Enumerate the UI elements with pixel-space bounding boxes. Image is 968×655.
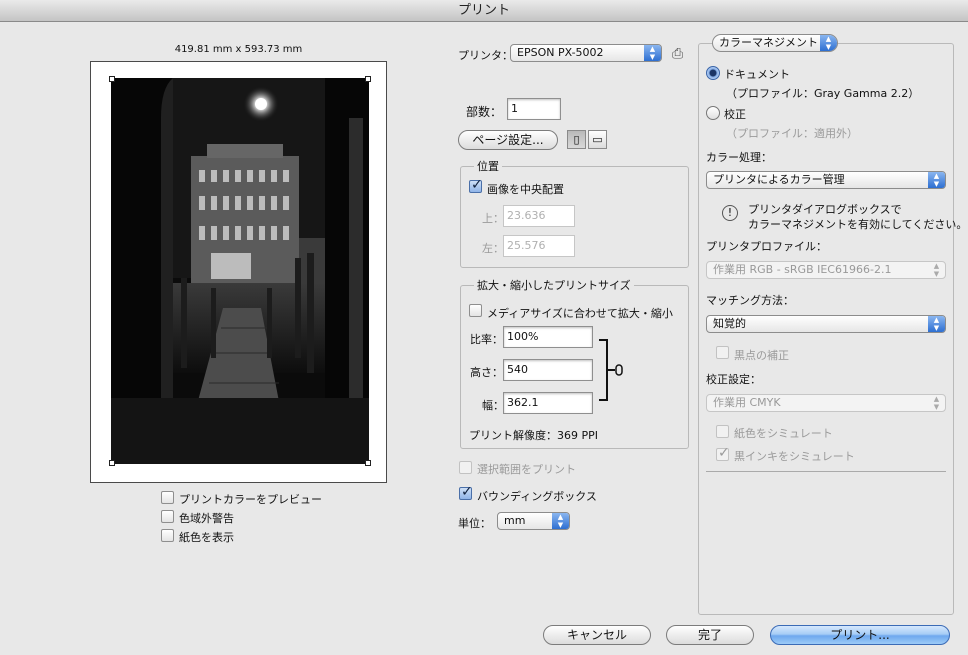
- notice-line-1: プリンタダイアログボックスで: [748, 203, 902, 216]
- printer-value: EPSON PX-5002: [517, 46, 604, 59]
- done-button[interactable]: 完了: [666, 625, 754, 645]
- rendering-intent-popup[interactable]: 知覚的 ▲ ▼: [706, 315, 946, 333]
- color-management-popup-value: カラーマネジメント: [719, 36, 818, 49]
- popup-arrows-icon: ▲ ▼: [644, 45, 661, 61]
- popup-arrows-icon: ▲ ▼: [928, 316, 945, 332]
- popup-arrows-icon: ▲ ▼: [552, 513, 569, 529]
- rendering-intent-value: 知覚的: [713, 317, 746, 330]
- color-handling-value: プリンタによるカラー管理: [713, 173, 845, 186]
- popup-arrows-icon: ▲ ▼: [928, 172, 945, 188]
- proof-label: 校正: [724, 108, 746, 121]
- height-label: 高さ：: [470, 366, 503, 379]
- print-color-preview-label: プリントカラーをプレビュー: [179, 493, 322, 506]
- resize-handle-top-left[interactable]: [109, 76, 115, 82]
- black-point-label: 黒点の補正: [734, 349, 789, 362]
- document-label: ドキュメント: [724, 68, 790, 81]
- printer-profile-popup[interactable]: 作業用 RGB - sRGB IEC61966-2.1 ▲ ▼: [706, 261, 946, 279]
- simulate-paper-checkbox[interactable]: [716, 425, 729, 438]
- bounding-box-label: バウンディングボックス: [477, 490, 597, 503]
- gamut-warning-checkbox[interactable]: [161, 510, 174, 523]
- copies-input[interactable]: 1: [507, 98, 561, 120]
- color-management-popup[interactable]: カラーマネジメント ▲ ▼: [712, 34, 838, 52]
- proof-setup-value: 作業用 CMYK: [713, 396, 781, 409]
- landscape-orientation-icon[interactable]: ▭: [588, 130, 607, 149]
- popup-arrows-icon: ▲ ▼: [933, 262, 940, 278]
- preview-photo: [111, 78, 369, 464]
- printer-popup[interactable]: EPSON PX-5002 ▲ ▼: [510, 44, 662, 62]
- document-radio[interactable]: [706, 66, 720, 80]
- width-input[interactable]: 362.1: [503, 392, 593, 414]
- print-selected-area-label: 選択範囲をプリント: [477, 463, 576, 476]
- resize-handle-top-right[interactable]: [365, 76, 371, 82]
- simulate-black-ink-label: 黒インキをシミュレート: [734, 450, 855, 463]
- preview-dimensions: 419.81 mm x 593.73 mm: [174, 44, 303, 55]
- scale-label: 比率：: [470, 333, 503, 346]
- print-button[interactable]: プリント...: [770, 625, 950, 645]
- left-label: 左：: [482, 242, 504, 255]
- units-popup[interactable]: mm ▲ ▼: [497, 512, 570, 530]
- rendering-intent-label: マッチング方法：: [706, 294, 794, 307]
- cancel-button[interactable]: キャンセル: [543, 625, 651, 645]
- color-handling-label: カラー処理：: [706, 151, 772, 164]
- printer-profile-label: プリンタプロファイル：: [706, 240, 827, 253]
- black-point-checkbox[interactable]: [716, 346, 729, 359]
- print-preview[interactable]: [90, 61, 387, 483]
- units-label: 単位：: [458, 517, 491, 530]
- print-selected-area-checkbox[interactable]: [459, 461, 472, 474]
- print-color-preview-checkbox[interactable]: [161, 491, 174, 504]
- copies-label: 部数：: [466, 105, 503, 119]
- document-profile: （プロファイル：Gray Gamma 2.2）: [726, 87, 920, 100]
- simulate-black-ink-checkbox[interactable]: [716, 445, 730, 461]
- show-paper-color-label: 紙色を表示: [179, 531, 234, 544]
- proof-radio[interactable]: [706, 106, 720, 120]
- print-resolution: プリント解像度：369 PPI: [469, 429, 599, 442]
- constrain-proportions-link-icon[interactable]: [597, 338, 627, 402]
- top-label: 上：: [482, 212, 504, 225]
- center-image-label: 画像を中央配置: [487, 183, 564, 196]
- resize-handle-bottom-left[interactable]: [109, 460, 115, 466]
- resize-handle-bottom-right[interactable]: [365, 460, 371, 466]
- simulate-paper-label: 紙色をシミュレート: [734, 427, 833, 440]
- window-title: プリント: [0, 0, 968, 22]
- divider: [706, 471, 946, 472]
- position-title: 位置: [474, 158, 502, 174]
- center-image-checkbox[interactable]: [469, 177, 483, 193]
- scaled-print-size-title: 拡大・縮小したプリントサイズ: [474, 277, 634, 293]
- proof-profile: （プロファイル：適用外）: [726, 127, 858, 140]
- popup-arrows-icon: ▲ ▼: [820, 35, 837, 51]
- gamut-warning-label: 色域外警告: [179, 512, 234, 525]
- scale-input[interactable]: 100%: [503, 326, 593, 348]
- top-input[interactable]: 23.636: [503, 205, 575, 227]
- portrait-orientation-icon[interactable]: ▯: [567, 130, 586, 149]
- printer-label: プリンタ：: [458, 49, 513, 62]
- bounding-box-checkbox[interactable]: [459, 484, 473, 500]
- printer-profile-value: 作業用 RGB - sRGB IEC61966-2.1: [713, 263, 892, 276]
- scale-to-fit-label: メディアサイズに合わせて拡大・縮小: [487, 307, 673, 320]
- width-label: 幅：: [482, 399, 504, 412]
- color-handling-popup[interactable]: プリンタによるカラー管理 ▲ ▼: [706, 171, 946, 189]
- left-input[interactable]: 25.576: [503, 235, 575, 257]
- info-icon: !: [722, 205, 738, 221]
- notice-line-2: カラーマネジメントを有効にしてください。: [748, 218, 968, 231]
- units-value: mm: [504, 514, 526, 527]
- show-paper-color-checkbox[interactable]: [161, 529, 174, 542]
- proof-setup-label: 校正設定：: [706, 373, 761, 386]
- popup-arrows-icon: ▲ ▼: [933, 395, 940, 411]
- scale-to-fit-checkbox[interactable]: [469, 304, 482, 317]
- height-input[interactable]: 540: [503, 359, 593, 381]
- proof-setup-popup[interactable]: 作業用 CMYK ▲ ▼: [706, 394, 946, 412]
- page-setup-button[interactable]: ページ設定...: [458, 130, 558, 150]
- printer-settings-icon[interactable]: ⎙: [672, 46, 683, 62]
